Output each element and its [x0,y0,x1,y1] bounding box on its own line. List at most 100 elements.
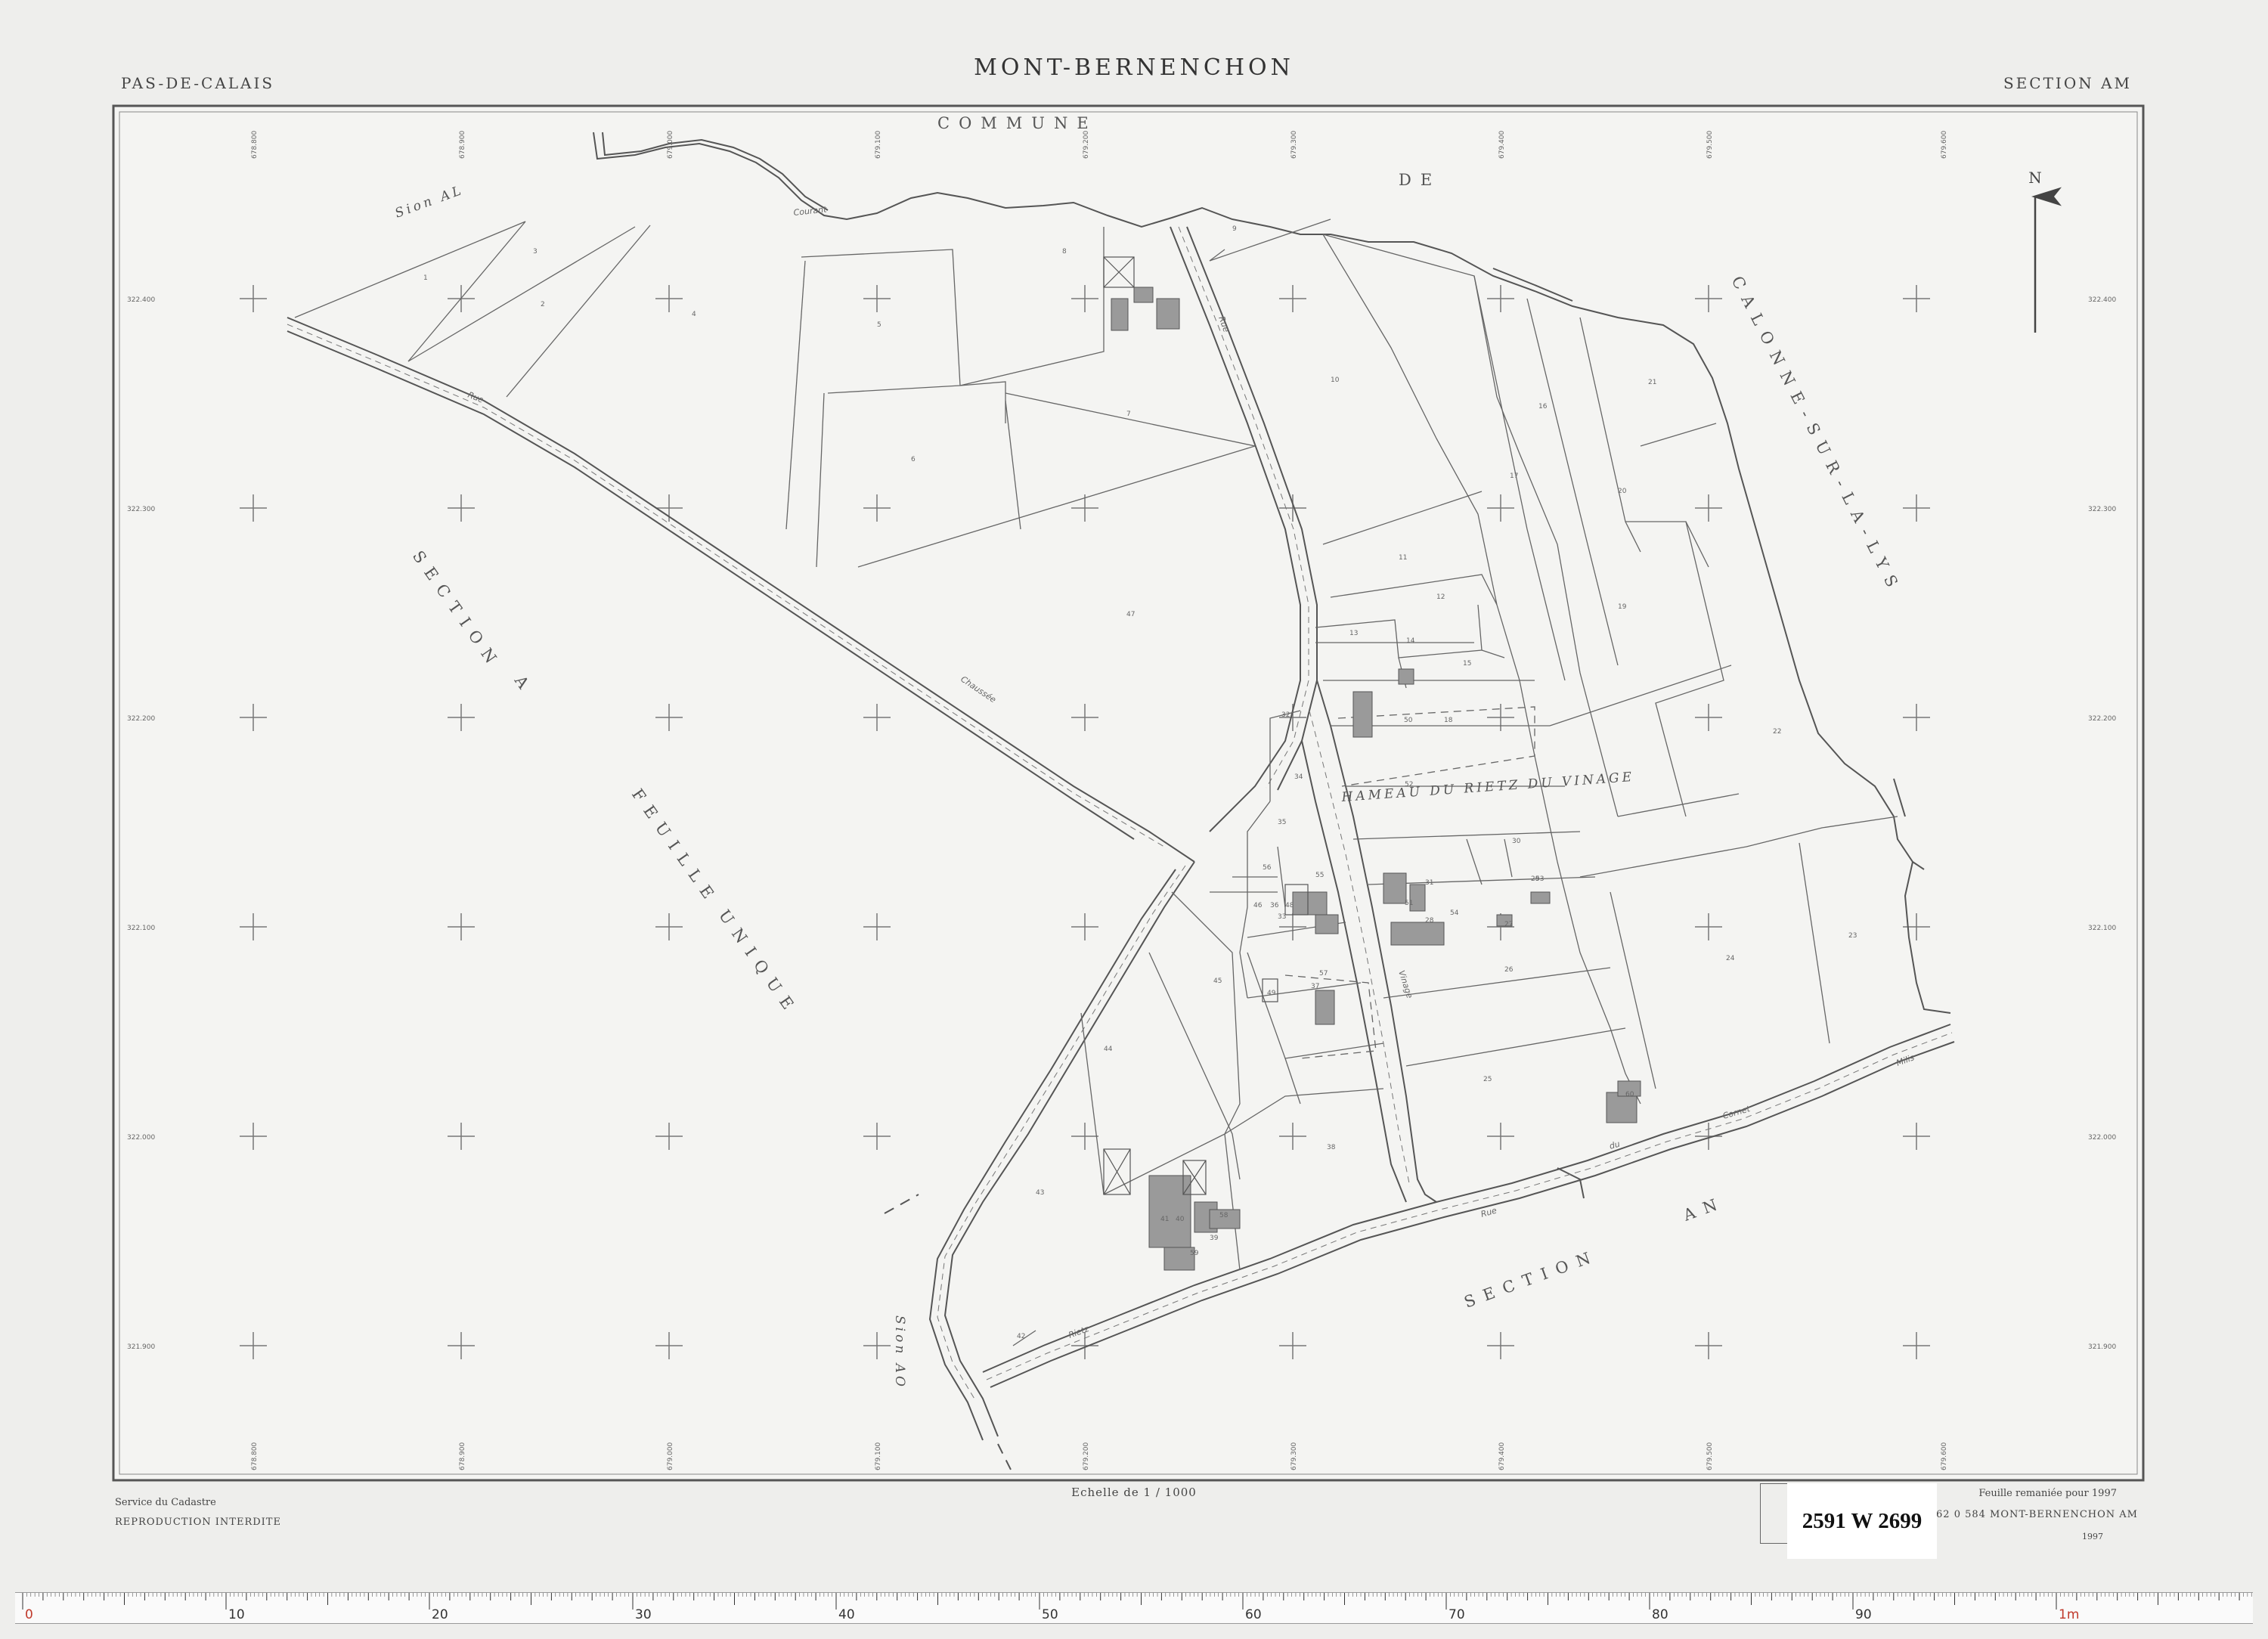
parcel-number: 20 [1618,488,1627,495]
parcel-number: 42 [1017,1333,1025,1340]
parcel-number: 56 [1263,864,1272,872]
cadastral-map: 678.800 678.900 679.000 679.100 679.200 679.3… [112,104,2145,1482]
parcel-number: 39 [1210,1235,1219,1242]
grid-tick-left: 322.200 [127,715,155,723]
parcel-number: 37 [1311,983,1319,990]
grid-tick-bottom: 678.800 [251,1442,259,1470]
parcel-number: 51 [1405,900,1413,907]
measuring-ruler: 0 10 20 30 40 50 60 70 80 90 1m [15,1592,2253,1624]
grid-tick-left: 322.100 [127,925,155,932]
parcel-number: 25 [1483,1076,1492,1083]
parcel-number: 12 [1436,593,1445,601]
parcel-number: 50 [1404,717,1413,724]
label-sion-ao: Sion AO [892,1315,907,1390]
ruler-major-label: 70 [1448,1607,1465,1622]
parcel-number: 10 [1331,376,1340,384]
grid-tick-left: 322.400 [127,296,155,304]
parcel-number: 41 [1160,1216,1169,1223]
parcel-number: 60 [1625,1091,1634,1098]
parcel-number: 54 [1450,909,1459,917]
grid-tick-right: 322.000 [2088,1134,2116,1142]
grid-tick-bottom: 679.100 [875,1442,882,1470]
parcel-number: 52 [1405,781,1413,789]
parcel-number: 55 [1315,872,1324,879]
parcel-number: 34 [1294,773,1303,781]
parcel-number: 13 [1349,630,1358,637]
parcel-number: 30 [1512,838,1521,845]
grid-tick-top: 679.500 [1706,131,1714,159]
parcel-number: 58 [1219,1212,1228,1219]
parcel-number: 33 [1278,913,1286,921]
archive-stamp: 2591 W 2699 [1787,1483,1937,1559]
parcel-number: 5 [877,321,881,329]
parcel-number: 36 [1270,902,1279,909]
parcel-number: 21 [1648,379,1656,386]
ruler-major-label: 40 [838,1607,855,1622]
ruler-major-label: 1m [2059,1607,2079,1622]
parcel-number: 18 [1444,717,1453,724]
grid-tick-bottom: 679.500 [1706,1442,1714,1470]
parcel-number: 59 [1190,1250,1199,1257]
parcel-number: 3 [533,248,538,256]
grid-tick-top: 678.800 [251,131,259,159]
parcel-number: 17 [1510,472,1518,480]
parcel-number: 1 [423,274,428,282]
parcel-number: 22 [1773,728,1781,736]
year-label: 1997 [2082,1532,2103,1541]
north-label: N [2028,169,2042,187]
ruler-major-label: 80 [1652,1607,1668,1622]
parcel-number: 57 [1319,970,1328,978]
parcel-number: 16 [1538,403,1548,411]
parcel-number: 19 [1618,603,1627,611]
grid-tick-right: 322.400 [2088,296,2116,304]
grid-tick-left: 321.900 [127,1343,155,1351]
parcel-number: 9 [1232,225,1237,233]
parcel-number: 43 [1036,1189,1044,1197]
grid-tick-bottom: 679.400 [1498,1442,1506,1470]
ruler-major-label: 30 [635,1607,652,1622]
parcel-number: 44 [1104,1046,1113,1053]
parcel-number: 4 [692,311,696,318]
grid-tick-top: 679.600 [1941,131,1948,159]
remaniee-label: Feuille remaniée pour 1997 [1978,1488,2117,1499]
ruler-major-label: 50 [1042,1607,1058,1622]
ruler-major-label: 60 [1245,1607,1262,1622]
parcel-number: 46 [1253,902,1263,909]
parcel-number: 40 [1176,1216,1185,1223]
parcel-number: 6 [911,456,916,463]
parcel-number: 24 [1726,955,1735,962]
parcel-number: 23 [1848,932,1857,940]
grid-tick-right: 322.100 [2088,925,2116,932]
parcel-number: 45 [1213,978,1222,985]
ruler-major-label: 10 [228,1607,245,1622]
grid-tick-top: 679.300 [1290,131,1298,159]
label-commune: COMMUNE [937,114,1098,132]
parcel-number: 2 [541,301,545,308]
parcel-number: 26 [1504,966,1514,974]
grid-tick-bottom: 679.200 [1083,1442,1090,1470]
grid-tick-left: 322.300 [127,506,155,513]
parcel-number: 38 [1327,1144,1336,1151]
ruler-major-label: 90 [1855,1607,1872,1622]
parcel-number: 27 [1504,921,1513,928]
parcel-number: 35 [1278,819,1286,826]
parcel-number: 11 [1399,554,1407,562]
parcel-number: 28 [1425,917,1434,925]
ruler-major-label: 20 [432,1607,448,1622]
grid-tick-left: 322.000 [127,1134,155,1142]
parcel-number: 8 [1062,248,1067,256]
grid-tick-bottom: 678.900 [459,1442,466,1470]
grid-tick-top: 679.200 [1083,131,1090,159]
parcel-number: 7 [1126,411,1131,418]
parcel-number: 47 [1126,611,1135,618]
grid-tick-right: 322.200 [2088,715,2116,723]
parcel-number: 32 [1281,711,1290,719]
ruler-major-label: 0 [25,1607,33,1622]
parcel-number: 49 [1267,990,1276,997]
grid-tick-right: 321.900 [2088,1343,2116,1351]
grid-tick-top: 679.400 [1498,131,1506,159]
parcel-number: 53 [1535,875,1544,883]
grid-tick-top: 678.900 [459,131,466,159]
reference-label: 62 0 584 MONT-BERNENCHON AM [1936,1509,2138,1520]
reproduction-label: REPRODUCTION INTERDITE [115,1517,281,1528]
